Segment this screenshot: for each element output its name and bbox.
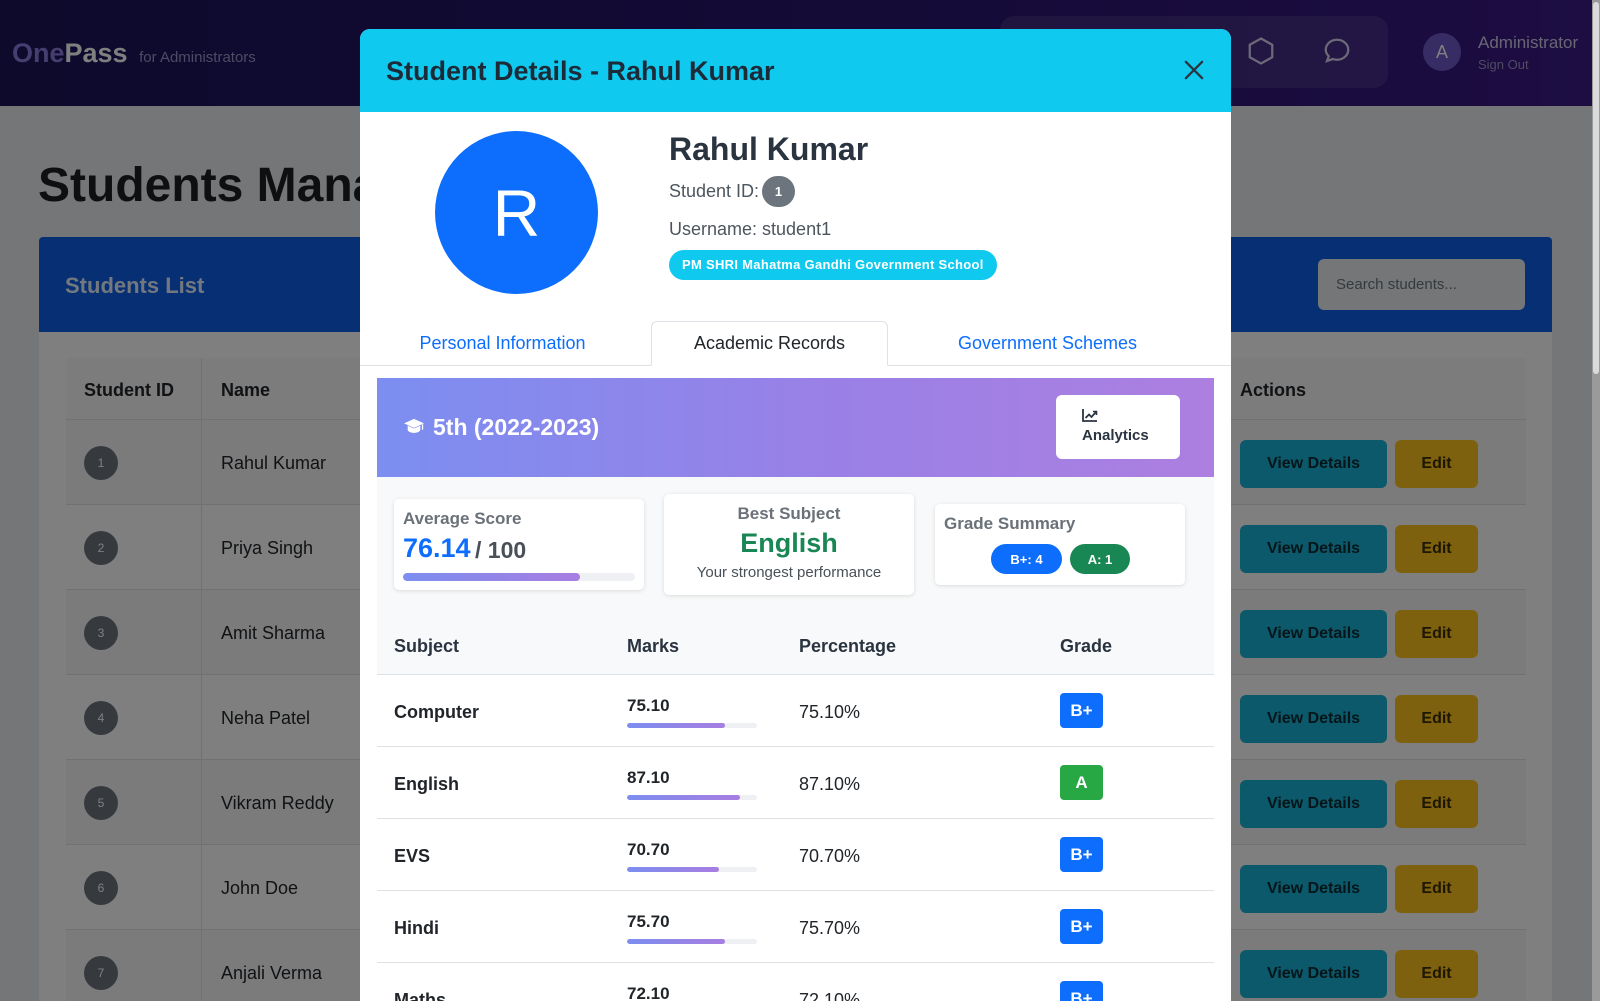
close-button[interactable] (1180, 56, 1208, 84)
scrollbar-thumb[interactable] (1593, 2, 1599, 374)
grade-badge: B+ (1060, 837, 1103, 872)
subject-row: Hindi 75.70 75.70% B+ (377, 891, 1214, 963)
column-marks: Marks (627, 636, 680, 656)
analytics-label: Analytics (1082, 427, 1149, 444)
subject-marks: 72.10 (627, 984, 670, 1001)
academic-year-banner: 5th (2022-2023) Analytics (377, 378, 1214, 477)
grade-badge: A (1060, 765, 1103, 800)
subject-name: Maths (394, 990, 447, 1001)
school-badge: PM SHRI Mahatma Gandhi Government School (669, 250, 997, 280)
subject-progress-fill (627, 795, 741, 800)
subject-name: EVS (394, 846, 431, 866)
column-percentage: Percentage (799, 636, 897, 656)
best-subject-value: English (740, 528, 838, 558)
grade-chip: A: 1 (1070, 544, 1130, 574)
student-avatar: R (435, 131, 598, 294)
subject-row: EVS 70.70 70.70% B+ (377, 819, 1214, 891)
close-icon (1184, 60, 1204, 80)
analytics-button[interactable]: Analytics (1056, 395, 1180, 459)
grade-badge: B+ (1060, 909, 1103, 944)
subject-name: Computer (394, 702, 479, 722)
subjects-table-header: Subject Marks Percentage Grade (377, 614, 1214, 675)
subject-percentage: 70.70% (799, 846, 861, 866)
average-score-progress-fill (403, 573, 580, 581)
subject-row: Maths 72.10 72.10% B+ (377, 963, 1214, 1001)
tab-government-schemes[interactable]: Government Schemes (920, 321, 1175, 366)
subject-percentage: 75.10% (799, 702, 861, 722)
grade-badge: B+ (1060, 981, 1103, 1001)
subject-progress-fill (627, 867, 719, 872)
subject-percentage: 87.10% (799, 774, 861, 794)
grade-badge: B+ (1060, 693, 1103, 728)
username-text: Username: student1 (669, 219, 832, 239)
column-grade: Grade (1060, 636, 1113, 656)
best-subject-card: Best Subject English Your strongest perf… (664, 494, 914, 595)
subject-progress (627, 939, 757, 944)
subject-progress (627, 723, 757, 728)
subject-name: Hindi (394, 918, 439, 938)
student-name-heading: Rahul Kumar (669, 131, 869, 167)
student-id-label: Student ID: (669, 181, 760, 201)
subject-marks: 87.10 (627, 768, 670, 787)
subject-row: Computer 75.10 75.10% B+ (377, 675, 1214, 747)
best-subject-label: Best Subject (737, 504, 841, 523)
subject-progress-fill (627, 939, 726, 944)
column-subject: Subject (394, 636, 460, 656)
average-score-label: Average Score (403, 509, 522, 528)
subject-row: English 87.10 87.10% A (377, 747, 1214, 819)
best-subject-note: Your strongest performance (696, 564, 882, 581)
grade-chip: B+: 4 (991, 544, 1062, 574)
subject-marks: 75.10 (627, 696, 670, 715)
subject-progress (627, 795, 757, 800)
graduation-cap-icon (404, 418, 424, 433)
average-score-card: Average Score 76.14 / 100 (394, 499, 644, 590)
subject-percentage: 72.10% (799, 990, 861, 1001)
student-details-modal: Student Details - Rahul Kumar R Rahul Ku… (360, 29, 1231, 1001)
subject-name: English (394, 774, 460, 794)
grade-summary-label: Grade Summary (944, 514, 1076, 533)
modal-title: Student Details - Rahul Kumar (386, 56, 775, 86)
tab-academic-records[interactable]: Academic Records (651, 321, 888, 366)
subject-marks: 70.70 (627, 840, 670, 859)
average-score-value: 76.14 (403, 533, 471, 563)
subject-progress (627, 867, 757, 872)
modal-header: Student Details - Rahul Kumar (360, 29, 1231, 112)
grade-summary-card: Grade Summary B+: 4 A: 1 (935, 504, 1185, 585)
average-score-progress (403, 573, 635, 581)
average-score-total: / 100 (475, 537, 527, 563)
chart-line-icon (1082, 409, 1098, 422)
tab-personal-information[interactable]: Personal Information (386, 321, 619, 366)
academic-year-label: 5th (2022-2023) (433, 414, 600, 440)
subject-marks: 75.70 (627, 912, 670, 931)
subject-progress-fill (627, 723, 725, 728)
subject-percentage: 75.70% (799, 918, 861, 938)
stats-area: Average Score 76.14 / 100 Best Subject E… (377, 477, 1214, 615)
student-id-badge: 1 (762, 176, 795, 207)
